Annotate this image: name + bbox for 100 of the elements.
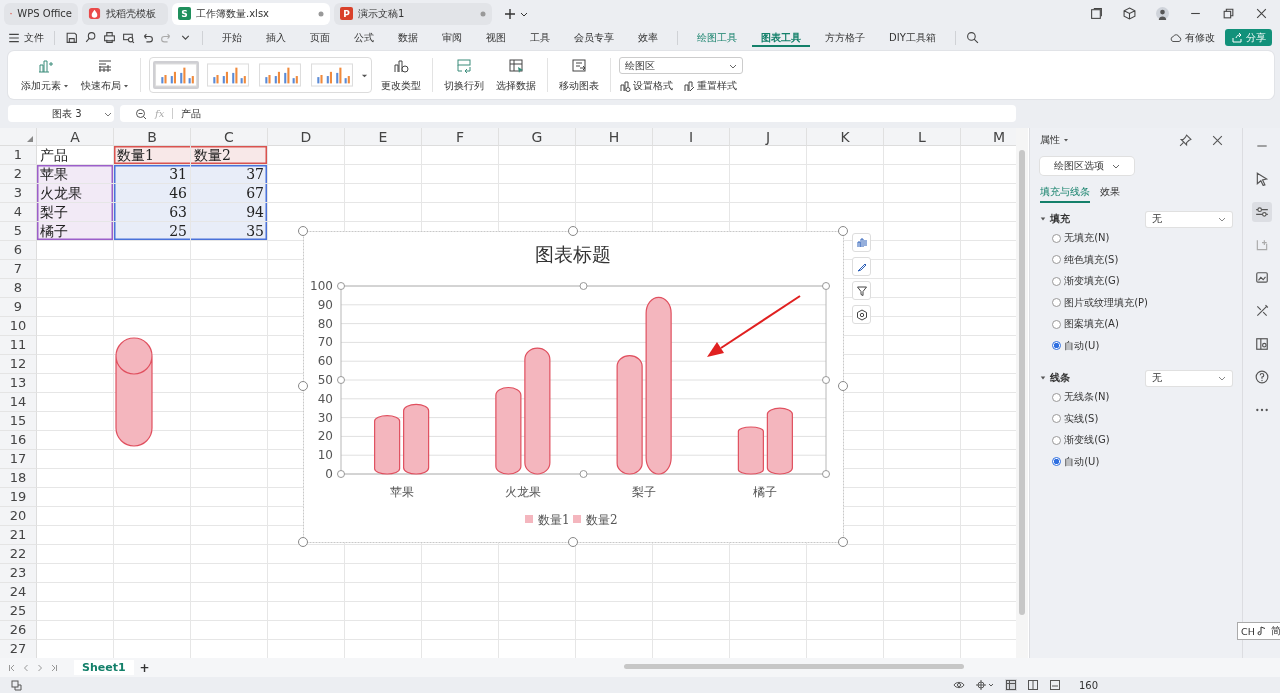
- document-tab[interactable]: WPS Office: [4, 2, 78, 25]
- cylinder-bar[interactable]: [374, 415, 401, 476]
- row-header[interactable]: 2: [0, 165, 37, 185]
- cylinder-shape[interactable]: [115, 337, 153, 448]
- radio-button[interactable]: [1052, 233, 1062, 243]
- resize-handle[interactable]: [337, 470, 345, 479]
- menu-tab[interactable]: 方方格子: [816, 28, 874, 47]
- column-header[interactable]: D: [268, 128, 345, 147]
- row-header[interactable]: 3: [0, 184, 37, 204]
- name-box[interactable]: 图表 3: [8, 105, 114, 123]
- column-header[interactable]: I: [653, 128, 730, 147]
- chart-settings-button[interactable]: [852, 305, 871, 325]
- resize-handle[interactable]: [838, 537, 848, 548]
- resize-handle[interactable]: [298, 226, 308, 237]
- column-header[interactable]: F: [422, 128, 499, 147]
- column-header[interactable]: A: [37, 128, 114, 147]
- radio-button[interactable]: [1052, 319, 1062, 329]
- column-header[interactable]: L: [884, 128, 961, 147]
- scrollbar-thumb[interactable]: [1019, 150, 1025, 616]
- collapse-icon[interactable]: [1040, 375, 1047, 382]
- select-data-button[interactable]: 选择数据: [496, 78, 536, 93]
- chart-style-thumbnail[interactable]: [205, 61, 251, 90]
- row-header[interactable]: 8: [0, 279, 37, 299]
- format-selection-button[interactable]: 设置格式: [633, 79, 673, 94]
- row-header[interactable]: 16: [0, 431, 37, 451]
- option-label[interactable]: 无填充(N): [1064, 231, 1110, 246]
- reading-view-icon[interactable]: [1026, 679, 1039, 692]
- change-chart-type-button[interactable]: 更改类型: [381, 78, 421, 93]
- zoom-icon[interactable]: [135, 107, 147, 120]
- row-header[interactable]: 4: [0, 203, 37, 223]
- move-chart-button[interactable]: 移动图表: [559, 78, 599, 93]
- column-header[interactable]: G: [499, 128, 576, 147]
- sheet-tab[interactable]: Sheet1: [74, 660, 134, 676]
- radio-button[interactable]: [1052, 298, 1062, 308]
- normal-view-icon[interactable]: [1004, 679, 1017, 692]
- add-chart-element-icon[interactable]: [37, 57, 53, 74]
- cylinder-bar[interactable]: [766, 408, 793, 476]
- resize-handle[interactable]: [337, 376, 345, 385]
- row-header[interactable]: 15: [0, 412, 37, 432]
- row-header[interactable]: 21: [0, 526, 37, 546]
- option-label[interactable]: 图案填充(A): [1064, 317, 1119, 332]
- chart-filter-button[interactable]: [852, 281, 871, 301]
- layout-icon[interactable]: [97, 57, 113, 74]
- menu-tab[interactable]: DIY工具箱: [880, 28, 945, 47]
- column-header[interactable]: C: [191, 128, 268, 147]
- legend-label[interactable]: 数量1: [538, 513, 570, 528]
- cylinder-bar[interactable]: [616, 355, 643, 476]
- row-header[interactable]: 12: [0, 355, 37, 375]
- row-header[interactable]: 10: [0, 317, 37, 337]
- format-icon[interactable]: [619, 80, 631, 93]
- row-header[interactable]: 7: [0, 260, 37, 280]
- row-header[interactable]: 11: [0, 336, 37, 356]
- column-header[interactable]: J: [730, 128, 807, 147]
- menu-tab[interactable]: 页面: [301, 28, 339, 47]
- switch-row-column-button[interactable]: 切换行列: [444, 78, 484, 93]
- last-sheet-icon[interactable]: [50, 663, 58, 672]
- chart-options-dropdown[interactable]: 绘图区选项: [1040, 157, 1135, 176]
- resize-handle[interactable]: [579, 470, 588, 479]
- resize-handle[interactable]: [337, 282, 345, 291]
- avatar-icon[interactable]: [1156, 7, 1169, 21]
- pin-icon[interactable]: [1179, 133, 1193, 147]
- sliders-icon[interactable]: [1251, 202, 1272, 223]
- radio-button[interactable]: [1052, 341, 1062, 351]
- save-icon[interactable]: [65, 31, 78, 44]
- caret-icon[interactable]: [63, 82, 69, 89]
- row-header[interactable]: 27: [0, 640, 37, 659]
- sync-status[interactable]: 有修改: [1185, 30, 1215, 45]
- window-icon[interactable]: [1090, 7, 1103, 21]
- menu-tab[interactable]: 视图: [477, 28, 515, 47]
- resize-handle[interactable]: [568, 226, 578, 237]
- search-icon[interactable]: [965, 31, 979, 44]
- document-tab[interactable]: 找稻壳模板: [82, 2, 168, 25]
- share-button[interactable]: 分享: [1225, 29, 1272, 46]
- preset-dropdown[interactable]: 无: [1146, 211, 1233, 227]
- column-header[interactable]: B: [114, 128, 191, 147]
- chart-style-thumbnail[interactable]: [153, 61, 199, 90]
- first-sheet-icon[interactable]: [8, 663, 16, 672]
- menu-icon[interactable]: [8, 31, 20, 44]
- menu-tab[interactable]: 开始: [213, 28, 251, 47]
- option-label[interactable]: 图片或纹理填充(P): [1064, 295, 1149, 310]
- resize-handle[interactable]: [579, 282, 588, 291]
- add-element-button[interactable]: 添加元素: [21, 78, 61, 93]
- document-tab[interactable]: S 工作簿数量.xlsx: [172, 2, 330, 25]
- chart-style-thumbnail[interactable]: [309, 61, 355, 90]
- cylinder-bar[interactable]: [524, 347, 551, 476]
- plot-area[interactable]: [340, 285, 827, 475]
- option-label[interactable]: 渐变填充(G): [1064, 274, 1120, 289]
- resize-handle[interactable]: [298, 381, 308, 392]
- radio-button[interactable]: [1052, 414, 1062, 424]
- resize-handle[interactable]: [568, 537, 578, 548]
- crosshair-icon[interactable]: [974, 679, 995, 692]
- chart-style-thumbnail[interactable]: [257, 61, 303, 90]
- row-header[interactable]: 6: [0, 241, 37, 261]
- caret-icon[interactable]: [123, 82, 129, 89]
- add-sheet-button[interactable]: +: [139, 660, 150, 675]
- radio-button[interactable]: [1052, 255, 1062, 265]
- resize-handle[interactable]: [838, 226, 848, 237]
- chart-title[interactable]: 图表标题: [535, 243, 611, 266]
- undo-icon[interactable]: [141, 31, 154, 44]
- row-header[interactable]: 14: [0, 393, 37, 413]
